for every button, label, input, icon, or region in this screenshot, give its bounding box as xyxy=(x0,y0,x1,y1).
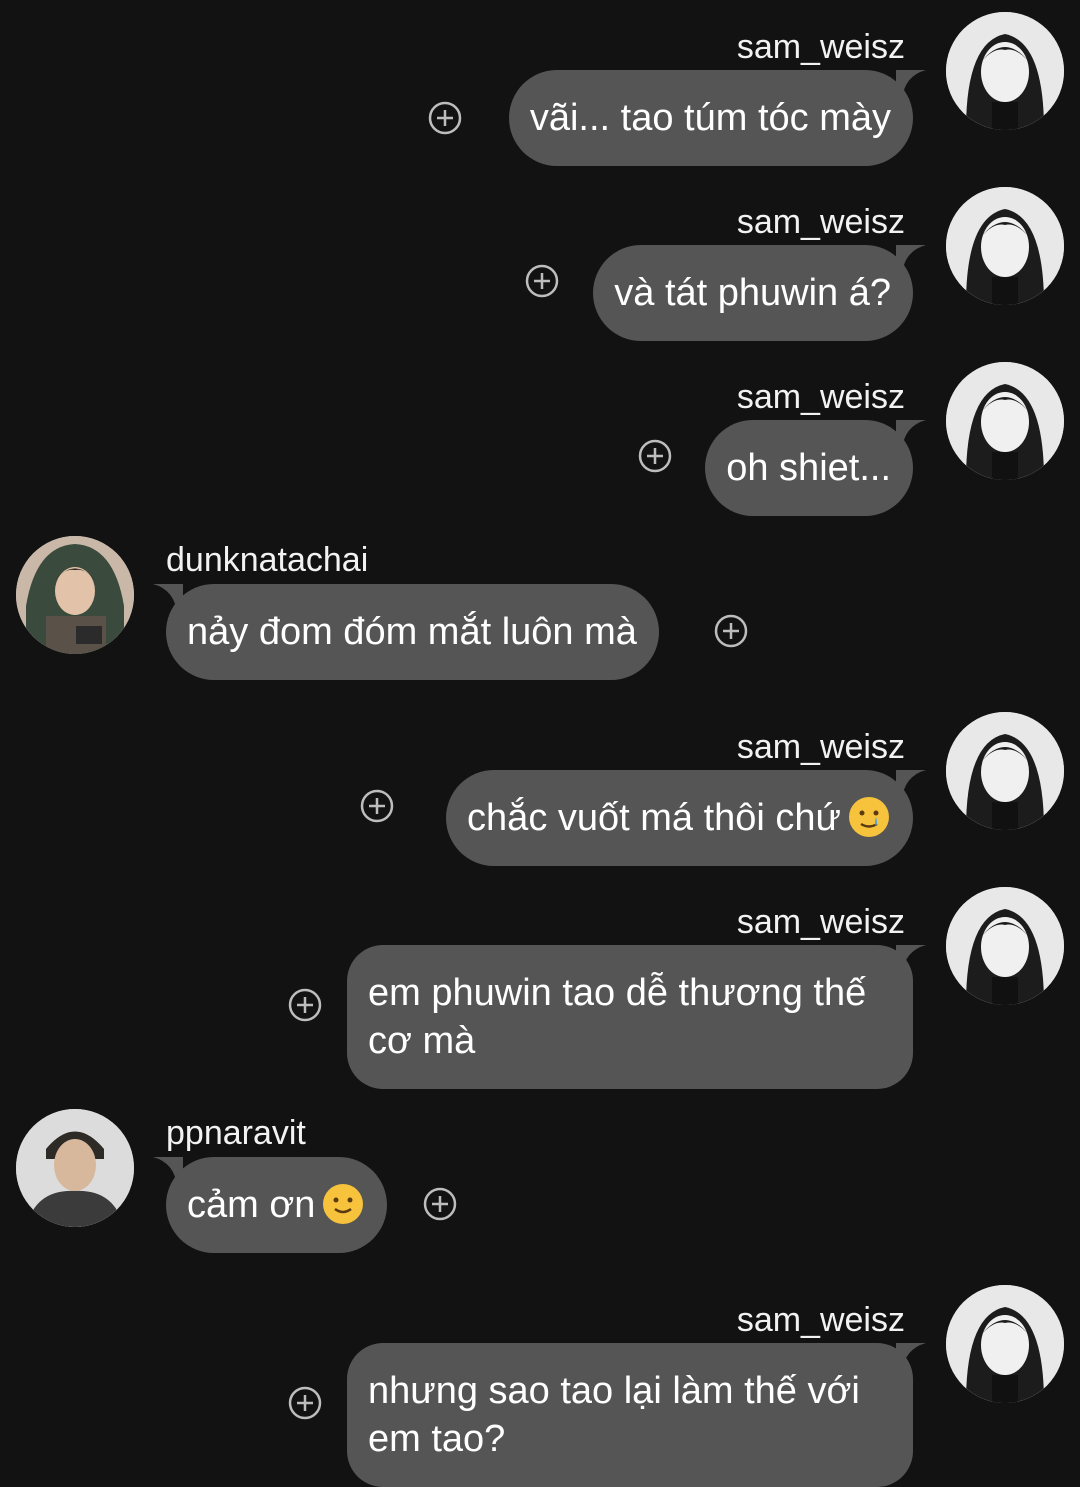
message-username[interactable]: sam_weisz xyxy=(737,27,905,67)
message-bubble[interactable]: và tát phuwin á? xyxy=(593,245,913,341)
add-reaction-icon[interactable] xyxy=(360,789,394,823)
message-text: và tát phuwin á? xyxy=(614,272,891,314)
add-reaction-icon[interactable] xyxy=(288,1386,322,1420)
message-row: sam_weisz chắc vuốt má thôi chứ xyxy=(0,712,1080,866)
add-reaction-icon[interactable] xyxy=(288,988,322,1022)
message-row: sam_weisz em phuwin tao dễ thương thế cơ… xyxy=(0,887,1080,1089)
avatar[interactable] xyxy=(946,712,1064,830)
avatar[interactable] xyxy=(16,1109,134,1227)
message-bubble[interactable]: oh shiet... xyxy=(705,420,913,516)
avatar[interactable] xyxy=(946,187,1064,305)
message-bubble[interactable]: em phuwin tao dễ thương thế cơ mà xyxy=(347,945,913,1089)
avatar[interactable] xyxy=(946,1285,1064,1403)
message-username[interactable]: sam_weisz xyxy=(737,1300,905,1340)
message-text: nhưng sao tao lại làm thế với em tao? xyxy=(368,1370,860,1460)
smiling-face-with-tear-icon xyxy=(849,797,889,837)
message-bubble[interactable]: nảy đom đóm mắt luôn mà xyxy=(166,584,659,680)
message-username[interactable]: dunknatachai xyxy=(166,540,368,580)
message-bubble[interactable]: vãi... tao túm tóc mày xyxy=(508,70,913,166)
message-text: em phuwin tao dễ thương thế cơ mà xyxy=(368,972,867,1062)
add-reaction-icon[interactable] xyxy=(423,1187,457,1221)
message-bubble[interactable]: nhưng sao tao lại làm thế với em tao? xyxy=(347,1343,913,1487)
avatar[interactable] xyxy=(946,887,1064,1005)
message-row: sam_weisz oh shiet... xyxy=(0,362,1080,516)
message-text: cảm ơn xyxy=(187,1184,316,1226)
message-text: oh shiet... xyxy=(726,447,891,489)
message-row: sam_weisz nhưng sao tao lại làm thế với … xyxy=(0,1285,1080,1487)
add-reaction-icon[interactable] xyxy=(525,264,559,298)
message-row: ppnaravit cảm ơn xyxy=(0,1109,1080,1259)
avatar[interactable] xyxy=(16,536,134,654)
message-username[interactable]: ppnaravit xyxy=(166,1113,306,1153)
avatar[interactable] xyxy=(946,12,1064,130)
add-reaction-icon[interactable] xyxy=(428,101,462,135)
avatar[interactable] xyxy=(946,362,1064,480)
message-text: nảy đom đóm mắt luôn mà xyxy=(187,611,637,653)
message-bubble[interactable]: cảm ơn xyxy=(166,1157,388,1253)
message-row: dunknatachai nảy đom đóm mắt luôn mà xyxy=(0,536,1080,686)
message-row: sam_weisz vãi... tao túm tóc mày xyxy=(0,12,1080,166)
message-username[interactable]: sam_weisz xyxy=(737,377,905,417)
message-bubble[interactable]: chắc vuốt má thôi chứ xyxy=(446,770,913,866)
message-text: vãi... tao túm tóc mày xyxy=(529,97,891,139)
message-username[interactable]: sam_weisz xyxy=(737,202,905,242)
message-username[interactable]: sam_weisz xyxy=(737,902,905,942)
message-text: chắc vuốt má thôi chứ xyxy=(467,797,841,839)
message-row: sam_weisz và tát phuwin á? xyxy=(0,187,1080,341)
add-reaction-icon[interactable] xyxy=(714,614,748,648)
slightly-smiling-face-icon xyxy=(323,1184,364,1224)
add-reaction-icon[interactable] xyxy=(638,439,672,473)
message-username[interactable]: sam_weisz xyxy=(737,727,905,767)
